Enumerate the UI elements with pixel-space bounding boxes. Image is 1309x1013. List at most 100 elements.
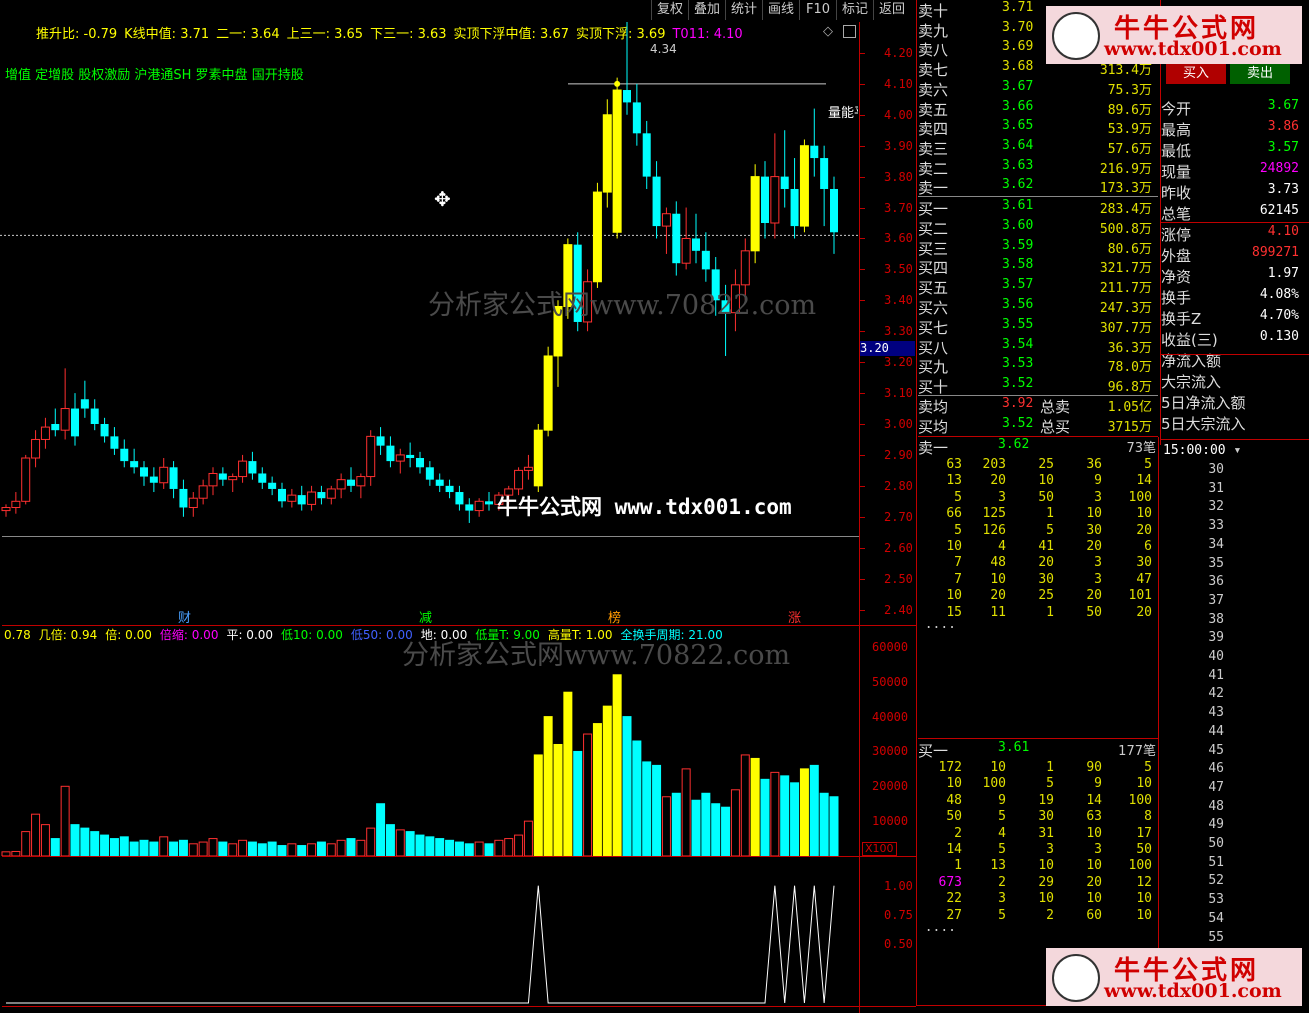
bid-row: 买七 3.55 307.7万	[918, 317, 1158, 337]
adjust-button[interactable]: 复权	[651, 0, 688, 20]
candle	[100, 417, 109, 443]
candle	[238, 454, 248, 483]
volume-bar	[523, 820, 533, 856]
info-divider	[1160, 222, 1309, 223]
candle	[149, 467, 158, 493]
candle	[110, 427, 119, 455]
volume-bar	[287, 843, 297, 856]
ask-volume: 53.9万	[1107, 122, 1152, 138]
info-row: 涨停 4.10	[1161, 224, 1309, 245]
candle	[1, 504, 11, 517]
back-button[interactable]: 返回	[873, 0, 910, 20]
volume-bar	[514, 834, 524, 856]
banner-top-url: www.tdx001.com	[1104, 38, 1282, 60]
volume-bar	[1, 851, 11, 856]
price-tick-mark	[860, 578, 865, 580]
ask-price: 3.69	[1002, 39, 1034, 55]
volume-bar	[602, 705, 612, 856]
volume-bar	[819, 792, 829, 856]
dropdown-icon[interactable]: ▾	[1233, 443, 1241, 458]
volume-bar	[336, 839, 346, 856]
event-mark-reduce[interactable]: 减	[419, 607, 432, 626]
candle	[386, 436, 395, 468]
event-mark-list[interactable]: 榜	[608, 607, 621, 626]
time-header[interactable]: 15:00:00 ▾	[1163, 443, 1241, 458]
candle	[218, 467, 227, 486]
mark-button[interactable]: 标记	[836, 0, 873, 20]
candle	[326, 485, 336, 505]
buy-button[interactable]: 买入	[1166, 64, 1226, 84]
price-tick: 3.70	[884, 200, 913, 215]
volume-bar	[711, 803, 721, 856]
minute-label: 35	[1208, 555, 1224, 571]
bid-row: 买五 3.57 211.7万	[918, 277, 1158, 297]
signal-chart[interactable]	[0, 857, 859, 1005]
candle	[188, 492, 198, 517]
volume-bar	[415, 834, 425, 856]
volume-bar	[149, 841, 159, 856]
candle	[435, 473, 444, 493]
minute-label: 44	[1208, 723, 1224, 739]
volume-bar	[326, 843, 336, 856]
draw-button[interactable]: 画线	[762, 0, 799, 20]
volume-bar	[70, 824, 80, 856]
volume-bar	[356, 839, 366, 856]
volume-tick: 20000	[872, 779, 909, 794]
chart-area[interactable]: 推升比: -0.79 K线中值: 3.71 二一: 3.64 上三一: 3.65 下三一…	[0, 0, 917, 1013]
candle	[750, 164, 760, 264]
ask-name: 卖七	[918, 61, 949, 80]
info-row: 5日大宗流入	[1161, 413, 1309, 434]
volume-bar	[90, 831, 100, 856]
info-key: 5日净流入额	[1161, 394, 1246, 412]
info-key: 净资	[1161, 268, 1192, 286]
candle	[90, 399, 99, 431]
candle	[228, 473, 238, 493]
ask-price: 3.70	[1002, 19, 1034, 35]
avg-price: 3.92	[1002, 396, 1034, 411]
banner-top[interactable]: 牛牛公式网 www.tdx001.com	[1046, 6, 1302, 64]
sell-button[interactable]: 卖出	[1230, 64, 1290, 84]
info-row: 收益(三) 0.130	[1161, 329, 1309, 350]
cow-logo-icon	[1052, 954, 1100, 1002]
ask-name: 卖四	[918, 120, 949, 139]
f10-button[interactable]: F10	[799, 0, 836, 20]
candle	[602, 99, 612, 208]
event-mark-rise[interactable]: 涨	[788, 607, 801, 626]
minute-label: 43	[1208, 705, 1224, 721]
volume-bar	[671, 792, 681, 856]
candle	[623, 22, 631, 115]
volume-chart[interactable]	[0, 626, 859, 856]
volume-tick: 30000	[872, 744, 909, 759]
avg-price: 3.52	[1002, 416, 1034, 431]
bid-volume: 78.0万	[1107, 360, 1152, 376]
price-tick: 2.70	[884, 509, 913, 524]
ask-name: 卖八	[918, 41, 949, 60]
avg-label: 总买	[1040, 418, 1071, 436]
candle	[21, 454, 31, 505]
minute-label: 54	[1208, 910, 1224, 926]
bid-name: 买八	[918, 338, 949, 357]
volume-bar	[780, 775, 790, 856]
event-mark-finance[interactable]: 财	[178, 607, 191, 626]
info-row: 换手Z 4.70%	[1161, 308, 1309, 329]
volume-bar	[366, 827, 376, 856]
minute-label: 47	[1208, 779, 1224, 795]
volume-bar	[297, 845, 307, 856]
stats-button[interactable]: 统计	[725, 0, 762, 20]
bid-name: 买九	[918, 358, 949, 377]
price-tick-mark	[860, 516, 865, 518]
candle	[533, 424, 543, 493]
banner-bottom[interactable]: 牛牛公式网 www.tdx001.com	[1046, 948, 1302, 1006]
info-row: 5日净流入额	[1161, 392, 1309, 413]
ask-volume: 89.6万	[1107, 102, 1152, 118]
minute-label: 31	[1208, 480, 1224, 496]
bid-row: 买二 3.60 500.8万	[918, 218, 1158, 238]
price-tick: 4.00	[884, 107, 913, 122]
candlestick-chart[interactable]	[0, 22, 859, 625]
volume-bar	[267, 841, 277, 856]
avg-row: 卖均 3.92 总卖 1.05亿	[918, 396, 1158, 416]
price-tick-mark	[860, 424, 865, 425]
overlay-button[interactable]: 叠加	[688, 0, 725, 20]
bid-volume: 321.7万	[1099, 261, 1152, 277]
volume-bar	[21, 831, 31, 856]
